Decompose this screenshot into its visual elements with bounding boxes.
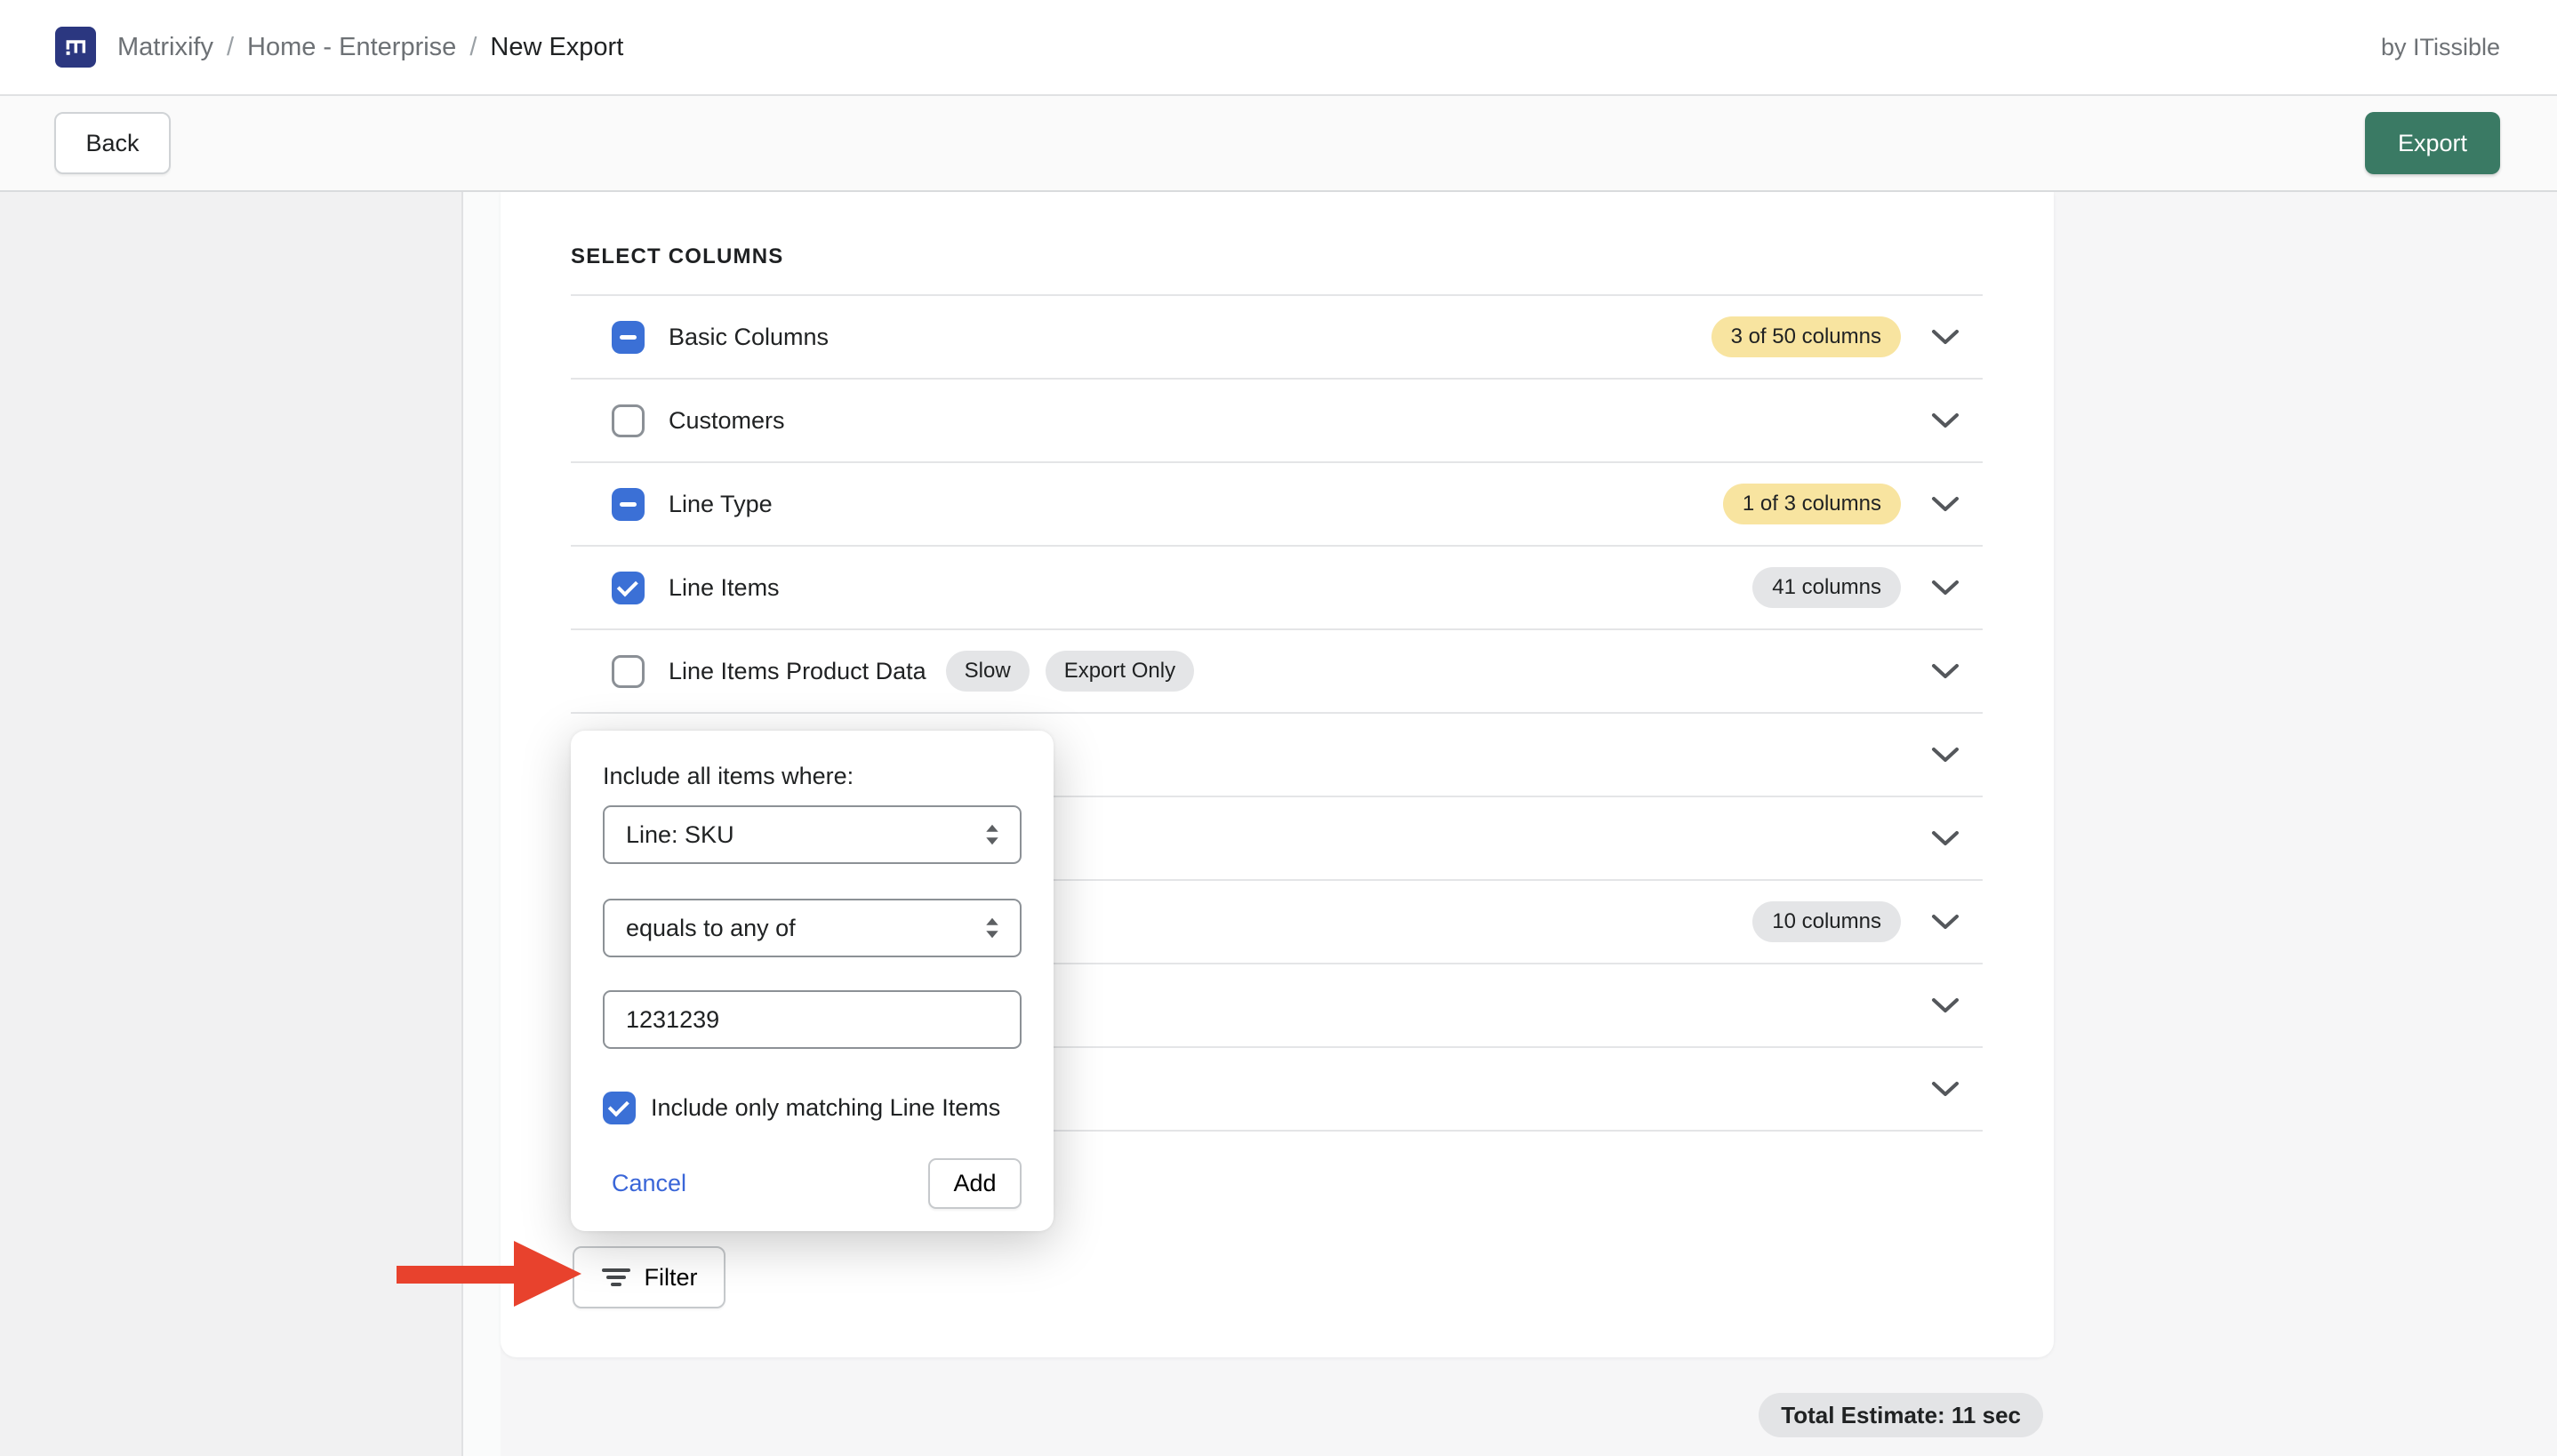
filter-button-row: Filter — [571, 1246, 1983, 1308]
popover-footer: Cancel Add — [603, 1158, 1022, 1209]
export-button[interactable]: Export — [2365, 112, 2500, 174]
popover-title: Include all items where: — [603, 761, 1022, 791]
chevron-down-icon[interactable] — [1929, 493, 1961, 515]
columns-count-badge: 41 columns — [1752, 567, 1901, 608]
chevron-down-icon[interactable] — [1929, 577, 1961, 598]
columns-count-badge: 3 of 50 columns — [1711, 316, 1901, 357]
back-button[interactable]: Back — [54, 112, 171, 174]
filter-button[interactable]: Filter — [573, 1246, 725, 1308]
matrixify-logo-icon — [55, 27, 96, 68]
column-row-line-type[interactable]: Line Type 1 of 3 columns — [571, 463, 1983, 547]
match-checkbox-row: Include only matching Line Items — [603, 1092, 1022, 1124]
row-label: Customers — [669, 407, 785, 435]
app-header: Matrixify / Home - Enterprise / New Expo… — [0, 0, 2557, 96]
breadcrumb-separator: / — [227, 33, 234, 62]
annotation-arrow-tail — [397, 1266, 516, 1284]
field-select[interactable]: Line: SKU — [603, 805, 1022, 864]
breadcrumb: Matrixify / Home - Enterprise / New Expo… — [117, 33, 623, 62]
column-row-basic-columns[interactable]: Basic Columns 3 of 50 columns — [571, 296, 1983, 380]
field-select-value: Line: SKU — [626, 821, 734, 849]
breadcrumb-app[interactable]: Matrixify — [117, 33, 213, 62]
match-checkbox-label: Include only matching Line Items — [651, 1094, 1000, 1122]
row-label: Line Items Product Data — [669, 658, 926, 685]
export-only-tag: Export Only — [1046, 651, 1194, 692]
total-estimate-badge: Total Estimate: 11 sec — [1759, 1393, 2043, 1437]
match-checkbox[interactable] — [603, 1092, 636, 1124]
checkbox[interactable] — [612, 488, 645, 521]
filter-icon — [601, 1265, 631, 1290]
action-toolbar: Back Export — [0, 96, 2557, 192]
byline: by ITissible — [2381, 34, 2500, 61]
section-title: SELECT COLUMNS — [571, 192, 1983, 296]
checkbox[interactable] — [612, 404, 645, 437]
breadcrumb-separator: / — [469, 33, 477, 62]
chevron-down-icon[interactable] — [1929, 1078, 1961, 1100]
column-row-line-items-product-data[interactable]: Line Items Product Data Slow Export Only — [571, 630, 1983, 714]
columns-count-badge: 1 of 3 columns — [1723, 484, 1901, 524]
row-label: Basic Columns — [669, 324, 829, 351]
filter-value-input[interactable] — [603, 990, 1022, 1049]
columns-count-badge: 10 columns — [1752, 901, 1901, 942]
slow-tag: Slow — [946, 651, 1030, 692]
add-button[interactable]: Add — [928, 1158, 1022, 1209]
row-label: Line Type — [669, 491, 773, 518]
chevron-down-icon[interactable] — [1929, 744, 1961, 765]
operator-select-value: equals to any of — [626, 915, 796, 942]
chevron-down-icon[interactable] — [1929, 828, 1961, 849]
checkbox[interactable] — [612, 572, 645, 604]
cancel-link[interactable]: Cancel — [612, 1170, 686, 1197]
operator-select[interactable]: equals to any of — [603, 899, 1022, 957]
filter-popover: Include all items where: Line: SKU equal… — [571, 731, 1054, 1231]
checkbox[interactable] — [612, 321, 645, 354]
column-row-line-items[interactable]: Line Items 41 columns — [571, 547, 1983, 630]
chevron-down-icon[interactable] — [1929, 995, 1961, 1016]
left-gutter — [0, 192, 463, 1456]
row-label: Line Items — [669, 574, 780, 602]
column-row-customers[interactable]: Customers — [571, 380, 1983, 463]
annotation-arrow-head — [514, 1241, 581, 1307]
breadcrumb-parent[interactable]: Home - Enterprise — [247, 33, 456, 62]
chevron-down-icon[interactable] — [1929, 660, 1961, 682]
select-stepper-icon — [981, 820, 1004, 849]
chevron-down-icon[interactable] — [1929, 911, 1961, 932]
chevron-down-icon[interactable] — [1929, 410, 1961, 431]
page-title: New Export — [490, 33, 623, 62]
select-stepper-icon — [981, 914, 1004, 942]
page: Matrixify / Home - Enterprise / New Expo… — [0, 0, 2557, 1456]
filter-button-label: Filter — [645, 1264, 698, 1292]
checkbox[interactable] — [612, 655, 645, 688]
chevron-down-icon[interactable] — [1929, 326, 1961, 348]
